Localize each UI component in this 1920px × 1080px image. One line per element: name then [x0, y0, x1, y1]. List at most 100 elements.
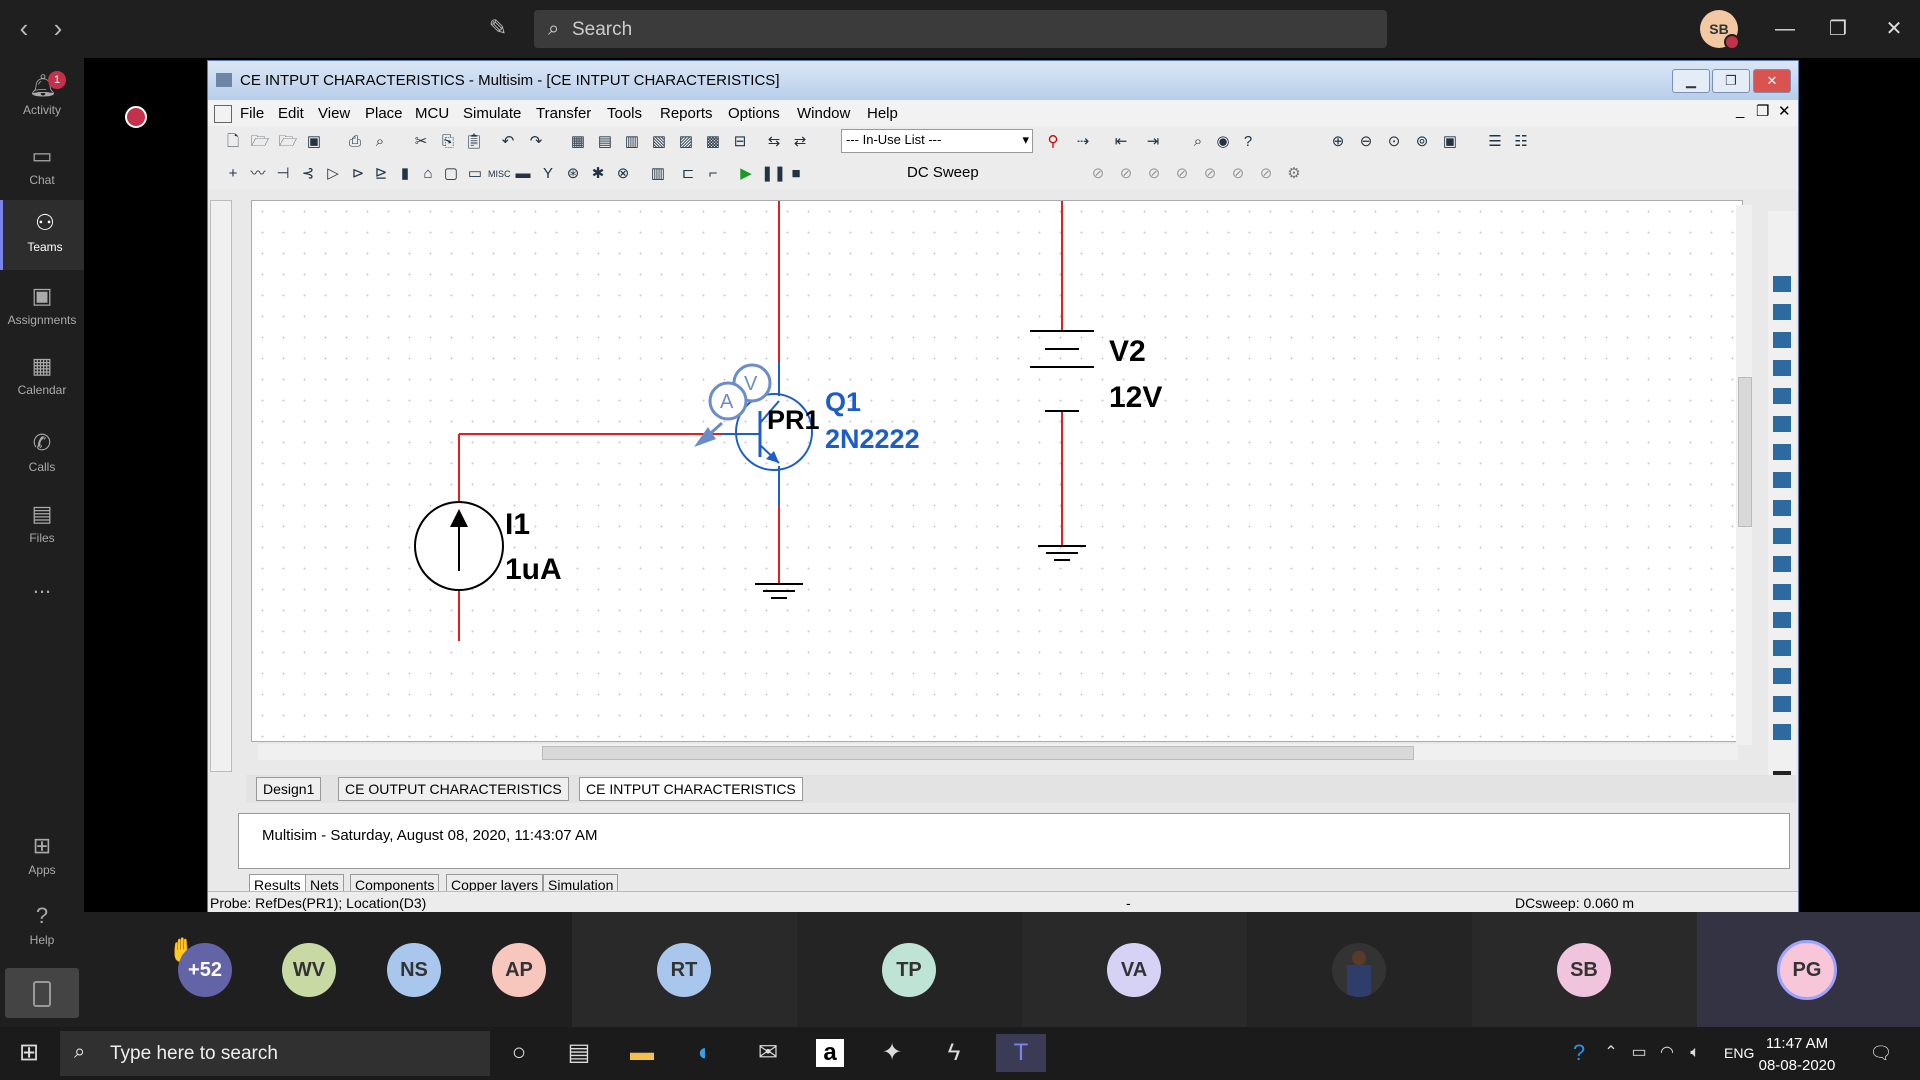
volume-icon[interactable]: 🔈︎	[1676, 1034, 1714, 1072]
frequency-counter-icon[interactable]	[1773, 444, 1791, 460]
user-avatar[interactable]: SB	[1700, 10, 1740, 50]
cortana-icon[interactable]: ○	[500, 1034, 538, 1072]
ms-close-button[interactable]: ✕	[1753, 69, 1791, 93]
rail-item-calendar[interactable]: ▦ Calendar	[0, 343, 84, 413]
tab-ce-input[interactable]: CE INTPUT CHARACTERISTICS	[579, 777, 803, 801]
transistor-icon[interactable]: ⊰	[298, 164, 318, 184]
full-screen-icon[interactable]: ▣	[1440, 132, 1460, 152]
menu-window[interactable]: Window	[797, 105, 850, 122]
tab-ce-output[interactable]: CE OUTPUT CHARACTERISTICS	[338, 777, 569, 801]
probe-diff-icon[interactable]: ⊘	[1172, 164, 1192, 184]
undo-icon[interactable]: ↶	[498, 132, 518, 152]
edge-icon[interactable]: ◐	[686, 1034, 724, 1072]
menu-help[interactable]: Help	[867, 105, 898, 122]
notification-icon[interactable]: 🗨︎	[1862, 1034, 1900, 1072]
design-toolbox-icon[interactable]: ▦	[568, 132, 588, 152]
source-icon[interactable]: +	[223, 164, 243, 184]
misc-label-icon[interactable]: MISC	[488, 164, 511, 184]
zoom-out-icon[interactable]: ⊖	[1356, 132, 1376, 152]
vertical-scroll-thumb[interactable]	[1738, 377, 1752, 527]
rail-item-assignments[interactable]: ▣ Assignments	[0, 273, 84, 343]
open-icon[interactable]: 🗁︎	[250, 132, 270, 152]
participant-avatar[interactable]: AP	[492, 943, 546, 997]
ttl-icon[interactable]: ⊳	[348, 164, 368, 184]
participant-photo[interactable]	[1332, 943, 1386, 997]
menu-file[interactable]: File	[240, 105, 264, 122]
power-icon[interactable]: ▢	[441, 164, 461, 184]
probe-voltage-icon[interactable]: ⊘	[1088, 164, 1108, 184]
hier-block-icon[interactable]: ▥	[648, 164, 668, 184]
forward-icon[interactable]: ›	[44, 14, 72, 42]
file-explorer-icon[interactable]: ▬	[623, 1034, 661, 1072]
new-icon[interactable]: 🗋︎	[223, 132, 243, 152]
grapher-icon[interactable]: ▨	[676, 132, 696, 152]
misc-icon[interactable]: ▭	[465, 164, 485, 184]
rail-item-apps[interactable]: ⊞ Apps	[0, 823, 84, 893]
task-view-icon[interactable]: ▤	[560, 1034, 598, 1072]
postprocessor-icon[interactable]: ▩	[703, 132, 723, 152]
erc-icon[interactable]: ⊟	[730, 132, 750, 152]
zoom-area-icon[interactable]: ⊙	[1384, 132, 1404, 152]
probe-current-icon[interactable]: ⊘	[1116, 164, 1136, 184]
minimize-icon[interactable]: —	[1765, 14, 1805, 44]
spectrum-analyzer-icon[interactable]	[1773, 612, 1791, 628]
oscilloscope-icon[interactable]	[1773, 360, 1791, 376]
rail-item-teams[interactable]: ⚇ Teams	[0, 200, 87, 270]
probe-ref-icon[interactable]: ⊘	[1200, 164, 1220, 184]
wire-icon[interactable]: ⌐	[703, 164, 723, 184]
open-sample-icon[interactable]: 🗁︎	[278, 132, 298, 152]
mdi-close-icon[interactable]: ✕	[1778, 102, 1791, 120]
back-icon[interactable]: ‹	[10, 14, 38, 42]
basic-icon[interactable]: 〰	[248, 164, 268, 184]
rf-icon[interactable]: Y	[538, 164, 558, 184]
rail-item-calls[interactable]: ✆ Calls	[0, 420, 84, 490]
menu-reports[interactable]: Reports	[660, 105, 713, 122]
schematic-canvas[interactable]: V A PR1 Q1 2N2222 V2 12V I1 1uA	[251, 200, 1743, 742]
agilent-scope-icon[interactable]	[1773, 724, 1791, 740]
windows-start-icon[interactable]: ⊞	[10, 1034, 48, 1072]
menu-tools[interactable]: Tools	[607, 105, 642, 122]
zoom-in-icon[interactable]: ⊕	[1328, 132, 1348, 152]
diode-icon[interactable]: ⊣	[273, 164, 293, 184]
agilent-multimeter-icon[interactable]	[1773, 696, 1791, 712]
network-analyzer-icon[interactable]	[1773, 640, 1791, 656]
place-icon[interactable]: ⇢	[1073, 132, 1093, 152]
dc-sweep-label[interactable]: DC Sweep	[907, 164, 979, 181]
tab-design1[interactable]: Design1	[256, 777, 322, 801]
horizontal-scrollbar[interactable]	[258, 744, 1738, 760]
mail-icon[interactable]: ✉	[749, 1034, 787, 1072]
vertical-scrollbar[interactable]	[1736, 205, 1752, 745]
participant-avatar[interactable]: RT	[657, 943, 711, 997]
list-icon[interactable]: ☰	[1485, 132, 1505, 152]
compose-icon[interactable]: ✎	[484, 14, 512, 42]
menu-edit[interactable]: Edit	[278, 105, 304, 122]
probe-settings-icon[interactable]: ⊘	[1256, 164, 1276, 184]
redo-icon[interactable]: ↷	[526, 132, 546, 152]
wattmeter-icon[interactable]	[1773, 332, 1791, 348]
bus-icon[interactable]: ⊏	[678, 164, 698, 184]
pause-icon[interactable]: ❚❚	[761, 164, 786, 184]
rail-item-chat[interactable]: ▭ Chat	[0, 133, 84, 203]
participant-avatar[interactable]: NS	[387, 943, 441, 997]
participant-avatar[interactable]: WV	[282, 943, 336, 997]
advanced-icon[interactable]: ▬	[513, 164, 533, 184]
participant-overflow[interactable]: +52	[178, 943, 232, 997]
mcu-icon[interactable]: ✱	[588, 164, 608, 184]
forward-annotate-icon[interactable]: ⇄	[790, 132, 810, 152]
ms-minimize-button[interactable]: ▁	[1672, 69, 1710, 93]
rail-item-activity[interactable]: 🔔︎ 1 Activity	[0, 63, 84, 133]
copy-icon[interactable]: ⎘	[438, 132, 458, 152]
print-preview-icon[interactable]: ⌕	[370, 132, 390, 152]
participant-avatar[interactable]: TP	[882, 943, 936, 997]
participant-avatar[interactable]: VA	[1107, 943, 1161, 997]
gear-icon[interactable]: ⚙	[1284, 164, 1304, 184]
connector-icon[interactable]: ⊗	[613, 164, 633, 184]
multimeter-icon[interactable]	[1773, 276, 1791, 292]
education-icon[interactable]: ◉	[1213, 132, 1233, 152]
probe-digital-icon[interactable]: ⊘	[1228, 164, 1248, 184]
taskbar-clock[interactable]: 11:47 AM 08-08-2020	[1752, 1033, 1842, 1077]
teams-taskbar-icon[interactable]: T	[996, 1034, 1046, 1072]
zoom-sheet-icon[interactable]: ⊚	[1412, 132, 1432, 152]
menu-options[interactable]: Options	[728, 105, 780, 122]
indicator-icon[interactable]: ⌂	[418, 164, 438, 184]
